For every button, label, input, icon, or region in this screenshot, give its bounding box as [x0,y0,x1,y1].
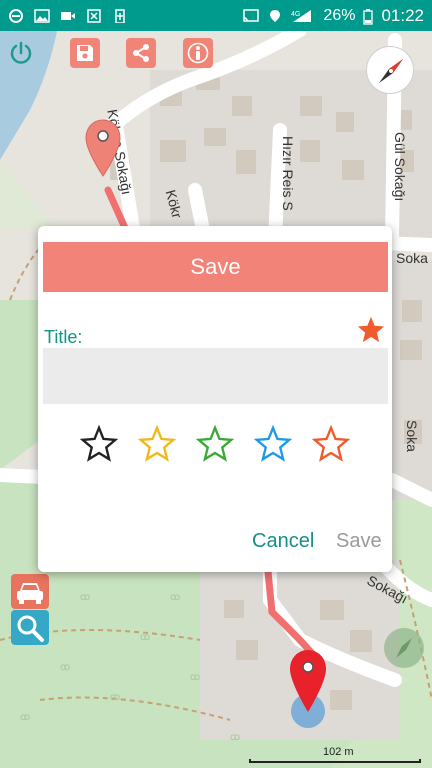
street-label: Soka [404,420,420,452]
search-icon [17,615,44,642]
person-icon [187,42,209,64]
svg-text:ꝏ: ꝏ [230,732,240,743]
title-label: Title: [44,327,83,347]
image-icon [34,8,50,23]
compass-button[interactable] [366,46,414,94]
power-icon [10,41,32,64]
car-mode-button[interactable] [11,574,49,609]
video-icon [60,9,76,23]
star-orange-icon[interactable] [312,425,350,463]
svg-text:ꝏ: ꝏ [190,672,200,683]
app-icon [86,8,102,23]
svg-text:ꝏ: ꝏ [60,662,70,673]
star-green-icon[interactable] [196,425,234,463]
title-input[interactable] [43,348,388,404]
street-label: Gül Sokağı [392,132,408,202]
battery-charging-icon [112,8,128,24]
svg-text:ꝏ: ꝏ [20,712,30,723]
battery-percent: 26% [323,6,356,24]
street-label: Hızır Reis S [280,136,296,211]
compass-icon [379,59,403,83]
cast-icon [243,8,260,23]
svg-text:ꝏ: ꝏ [80,592,90,603]
signal-label: 4G [291,11,300,18]
battery-icon [363,8,374,25]
save-icon [77,45,93,61]
car-icon [17,582,43,604]
start-marker-icon[interactable] [84,118,122,178]
share-button[interactable] [126,38,156,68]
cancel-button[interactable]: Cancel [252,530,314,553]
svg-text:ꝏ: ꝏ [140,632,150,643]
star-color-picker [80,425,352,465]
search-button[interactable] [11,610,49,645]
share-icon [133,44,149,62]
destination-marker-icon[interactable] [288,648,328,714]
save-button[interactable]: Save [336,530,382,553]
location-icon [267,9,283,23]
power-button[interactable] [8,40,34,66]
svg-text:ꝏ: ꝏ [110,692,120,703]
status-bar: 4G 26% 01:22 [0,0,432,31]
star-black-icon[interactable] [80,425,118,463]
carrier-icon [8,8,24,23]
dialog-title: Save [43,242,388,292]
profile-button[interactable] [183,38,213,68]
scale-bar [249,759,421,763]
scale-label: 102 m [323,746,354,758]
favorite-star-icon[interactable] [356,315,386,345]
map-scale: 102 m [249,746,421,764]
star-yellow-icon[interactable] [138,425,176,463]
gps-compass-icon[interactable] [382,626,426,670]
signal-icon: 4G [291,9,315,23]
street-label: Soka [396,250,428,266]
save-dialog: Save Title: Cancel Save [38,226,392,572]
clock: 01:22 [381,5,424,25]
save-toolbar-button[interactable] [70,38,100,68]
svg-text:ꝏ: ꝏ [170,592,180,603]
star-blue-icon[interactable] [254,425,292,463]
